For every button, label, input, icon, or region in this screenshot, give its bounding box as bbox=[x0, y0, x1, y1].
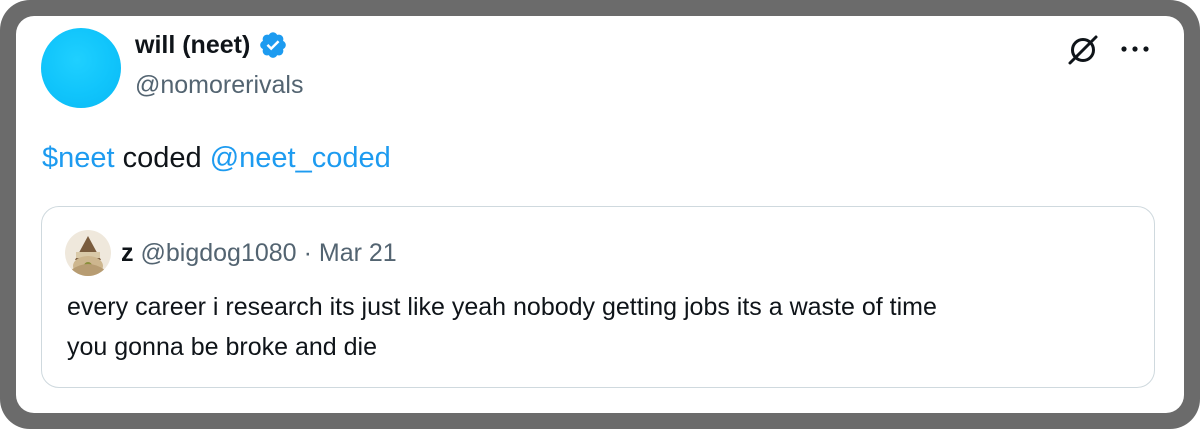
more-options-icon[interactable] bbox=[1120, 44, 1150, 54]
cashtag-link[interactable]: $neet bbox=[42, 142, 115, 174]
tweet-body-text: coded bbox=[114, 142, 210, 174]
quoted-avatar-image bbox=[65, 230, 111, 276]
quoted-text: every career i research its just like ye… bbox=[67, 287, 1137, 367]
quoted-text-line: every career i research its just like ye… bbox=[67, 293, 937, 321]
quoted-text-line: you gonna be broke and die bbox=[67, 333, 377, 361]
verified-badge-icon[interactable] bbox=[258, 30, 288, 60]
quoted-header: z @bigdog1080 · Mar 21 bbox=[121, 239, 397, 268]
quoted-handle[interactable]: @bigdog1080 bbox=[141, 239, 297, 268]
quoted-date[interactable]: Mar 21 bbox=[319, 239, 397, 268]
quoted-tweet[interactable]: z @bigdog1080 · Mar 21 every career i re… bbox=[41, 206, 1155, 388]
mention-link[interactable]: @neet_coded bbox=[210, 142, 391, 174]
tweet-text: $neet coded @neet_coded bbox=[42, 142, 391, 175]
quoted-display-name[interactable]: z bbox=[121, 239, 134, 268]
avatar[interactable] bbox=[41, 28, 121, 108]
tweet-card[interactable]: will (neet) @nomorerivals $neet coded @n… bbox=[16, 16, 1184, 413]
quoted-avatar[interactable] bbox=[65, 230, 111, 276]
grok-icon[interactable] bbox=[1066, 33, 1100, 67]
author-handle[interactable]: @nomorerivals bbox=[135, 71, 303, 100]
author-display-name[interactable]: will (neet) bbox=[135, 31, 250, 60]
screenshot-frame: will (neet) @nomorerivals $neet coded @n… bbox=[0, 0, 1200, 429]
separator-dot: · bbox=[303, 239, 312, 267]
author-name-row[interactable]: will (neet) bbox=[135, 30, 288, 60]
